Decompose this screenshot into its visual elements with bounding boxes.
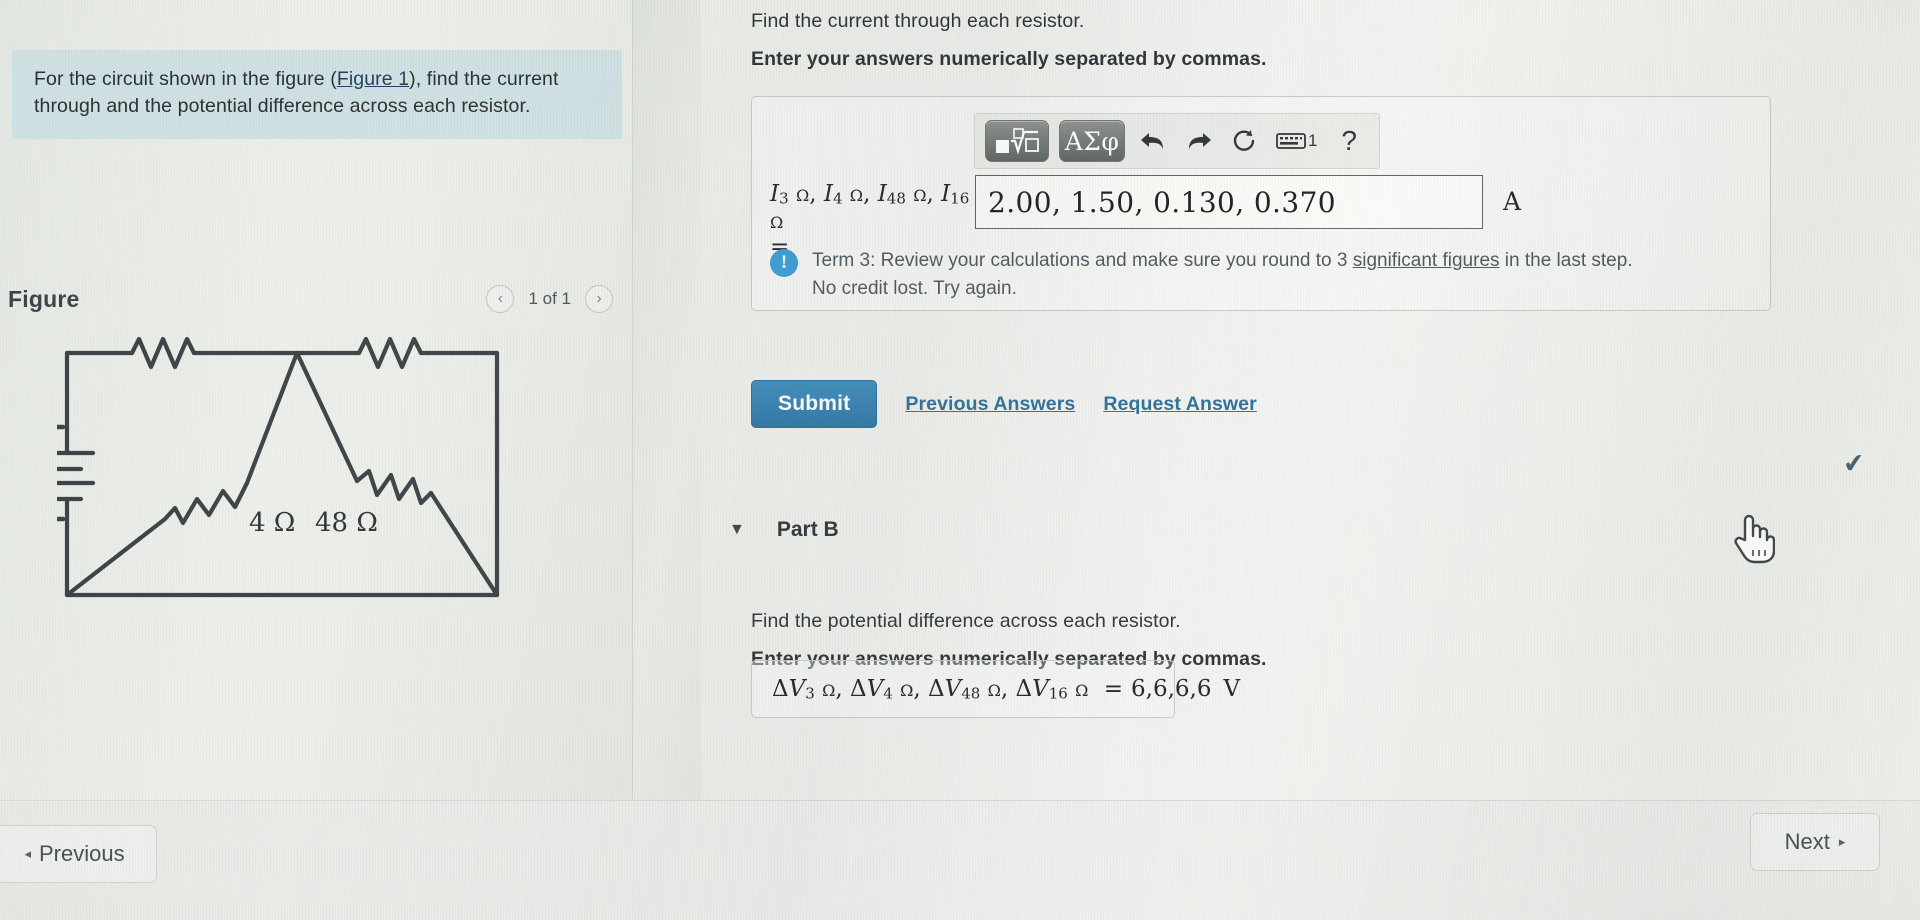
part-b-header[interactable]: ▼ Part B <box>701 518 1701 542</box>
column-divider <box>633 0 701 920</box>
circuit-diagram: 3 Ω 16 Ω 4 Ω 48 Ω 12 V <box>56 323 499 598</box>
next-button[interactable]: Next ▸ <box>1750 813 1880 871</box>
part-b-answer-card[interactable]: ΔV3 Ω, ΔV4 Ω, ΔV48 Ω, ΔV16 Ω = 6,6,6,6 V <box>751 660 1240 718</box>
figure-next-button[interactable]: › <box>585 285 613 313</box>
submit-button[interactable]: Submit <box>751 380 878 428</box>
feedback-line1-after: in the last step. <box>1499 250 1633 271</box>
figure-1-link[interactable]: Figure 1 <box>337 68 409 90</box>
left-panel: For the circuit shown in the figure (Fig… <box>0 0 633 800</box>
request-answer-link[interactable]: Request Answer <box>1103 393 1256 416</box>
feedback-line1-before: Term 3: Review your calculations and mak… <box>812 250 1353 271</box>
right-panel: Find the current through each resistor. … <box>701 0 1920 800</box>
figure-prev-button[interactable]: ‹ <box>486 285 515 313</box>
figure-image[interactable]: 3 Ω 16 Ω 4 Ω 48 Ω 12 V <box>0 323 633 633</box>
previous-button-label: Previous <box>38 841 125 866</box>
resistor-label-16ohm: 16 Ω <box>362 323 425 328</box>
help-button[interactable]: ? <box>1331 120 1367 162</box>
part-b-answer-label: ΔV3 Ω, ΔV4 Ω, ΔV48 Ω, ΔV16 Ω <box>772 675 1089 703</box>
caret-down-icon[interactable]: ▼ <box>729 521 745 539</box>
sqrt-template-icon <box>996 128 1039 155</box>
part-b-question: Find the potential difference across eac… <box>751 610 1181 632</box>
feedback-line2: No credit lost. Try again. <box>812 277 1017 299</box>
part-a-question: Find the current through each resistor. <box>751 10 1085 32</box>
part-b-equals: = <box>1103 675 1124 702</box>
prompt-text-before: For the circuit shown in the figure ( <box>34 68 337 90</box>
page-root: For the circuit shown in the figure (Fig… <box>0 0 1920 920</box>
figure-header: Figure ‹ 1 of 1 › <box>0 275 633 323</box>
previous-caret-icon: ◂ <box>24 846 31 861</box>
check-mark-icon: ✔ <box>1841 446 1867 480</box>
part-a-answer-unit: A <box>1503 187 1522 216</box>
figure-page-label: 1 of 1 <box>528 289 571 308</box>
hand-pointer-cursor <box>1731 510 1776 564</box>
math-template-button[interactable] <box>985 120 1050 162</box>
figure-title: Figure <box>8 285 80 312</box>
part-a-feedback: ! Term 3: Review your calculations and m… <box>770 247 1750 302</box>
exclamation-circle-icon: ! <box>770 249 798 277</box>
problem-statement: For the circuit shown in the figure (Fig… <box>12 50 622 139</box>
feedback-message: Term 3: Review your calculations and mak… <box>812 247 1633 302</box>
part-b-answer-unit: V <box>1223 675 1241 702</box>
part-b-answer-value: 6,6,6,6 <box>1131 675 1212 702</box>
undo-arrow-icon[interactable] <box>1135 120 1171 162</box>
previous-button[interactable]: ◂ Previous <box>0 825 157 883</box>
bottom-navigation-bar: ◂ Previous Next ▸ <box>0 800 1920 920</box>
part-b-answer: ΔV3 Ω, ΔV4 Ω, ΔV48 Ω, ΔV16 Ω = 6,6,6,6 V <box>772 676 1240 703</box>
part-a-actions: Submit Previous Answers Request Answer <box>751 380 1257 428</box>
part-a-answer-card: ΑΣφ 1 ? I3 Ω, I4 Ω, I48 Ω, I16 Ω = 2.00,… <box>751 96 1771 311</box>
significant-figures-link[interactable]: significant figures <box>1353 250 1500 271</box>
reset-circle-icon[interactable] <box>1227 120 1263 162</box>
resistor-label-3ohm: 3 Ω <box>139 323 185 328</box>
keyboard-icon[interactable]: 1 <box>1272 120 1321 162</box>
keyboard-badge: 1 <box>1308 131 1318 150</box>
part-a-answer-input[interactable] <box>975 175 1483 229</box>
math-toolbar: ΑΣφ 1 ? <box>974 113 1380 169</box>
previous-answers-link[interactable]: Previous Answers <box>905 393 1075 416</box>
greek-symbols-button[interactable]: ΑΣφ <box>1059 120 1126 162</box>
resistor-label-4ohm: 4 Ω <box>249 508 295 538</box>
resistor-label-48ohm: 48 Ω <box>315 508 378 538</box>
next-button-label: Next <box>1784 829 1830 854</box>
figure-pager: ‹ 1 of 1 › <box>486 285 613 313</box>
next-caret-icon: ▸ <box>1838 834 1846 849</box>
part-b-title: Part B <box>776 518 839 541</box>
part-a-instruction: Enter your answers numerically separated… <box>751 48 1267 70</box>
redo-arrow-icon[interactable] <box>1181 120 1217 162</box>
